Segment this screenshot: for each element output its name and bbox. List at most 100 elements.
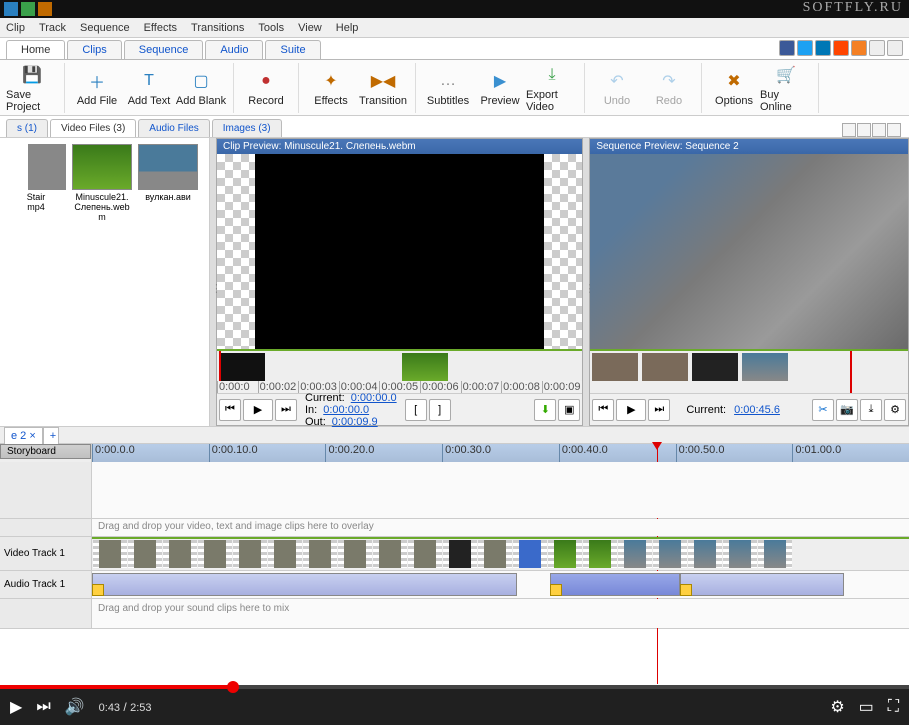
overwrite-button[interactable]: ▣	[558, 399, 580, 421]
tab-audio[interactable]: Audio	[205, 40, 263, 59]
dropdown-icon[interactable]	[869, 40, 885, 56]
next-icon[interactable]: ⏭	[36, 698, 50, 716]
clip-filmstrip[interactable]: 0:00:00:00:020:00:030:00:040:00:050:00:0…	[217, 349, 582, 393]
timeline-clip[interactable]	[163, 540, 197, 568]
menu-effects[interactable]: Effects	[144, 22, 177, 34]
theater-icon[interactable]: ▭	[859, 697, 874, 717]
audio-marker-icon[interactable]	[550, 584, 562, 596]
current-value[interactable]: 0:00:00.0	[351, 392, 397, 404]
timeline-clip[interactable]	[618, 540, 652, 568]
ribbon-add-text-button[interactable]: TAdd Text	[123, 63, 175, 113]
play-button[interactable]: ▶	[243, 399, 273, 421]
video-track[interactable]	[92, 537, 909, 570]
rss-icon[interactable]	[851, 40, 867, 56]
storyboard-button[interactable]: Storyboard	[0, 444, 91, 459]
ribbon-options-button[interactable]: ✖Options	[708, 63, 760, 113]
timeline-ruler[interactable]: 0:00.0.00:00.10.00:00.20.00:00.30.00:00.…	[92, 444, 909, 462]
help-icon[interactable]	[887, 40, 903, 56]
linkedin-icon[interactable]	[815, 40, 831, 56]
ribbon-preview-button[interactable]: ▶Preview	[474, 63, 526, 113]
ribbon-undo-button[interactable]: ↶Undo	[591, 63, 643, 113]
export-button[interactable]: ⤓	[860, 399, 882, 421]
timeline-clip[interactable]	[723, 540, 757, 568]
settings-button[interactable]: ⚙	[884, 399, 906, 421]
ribbon-redo-button[interactable]: ↷Redo	[643, 63, 695, 113]
mark-in-button[interactable]: [	[405, 399, 427, 421]
menu-view[interactable]: View	[298, 22, 322, 34]
mark-out-button[interactable]: ]	[429, 399, 451, 421]
volume-icon[interactable]: 🔊	[65, 697, 85, 717]
audio-track[interactable]	[92, 571, 909, 598]
mix-track-hint[interactable]: Drag and drop your sound clips here to m…	[92, 599, 909, 628]
snapshot-button[interactable]: 📷	[836, 399, 858, 421]
ribbon-effects-button[interactable]: ✦Effects	[305, 63, 357, 113]
media-tab-1[interactable]: s (1)	[6, 119, 48, 137]
ribbon-buy-online-button[interactable]: 🛒Buy Online	[760, 63, 812, 113]
settings-icon[interactable]: ⚙	[830, 697, 844, 717]
ribbon-add-blank-button[interactable]: ▢Add Blank	[175, 63, 227, 113]
sequence-tab[interactable]: e 2 ×	[4, 427, 43, 444]
timeline-clip[interactable]	[688, 540, 722, 568]
timeline-clip[interactable]	[198, 540, 232, 568]
play-icon[interactable]: ▶	[10, 697, 22, 717]
menu-help[interactable]: Help	[336, 22, 359, 34]
view-list-icon[interactable]	[857, 123, 871, 137]
ribbon-record-button[interactable]: ●Record	[240, 63, 292, 113]
insert-button[interactable]: ⬇	[534, 399, 556, 421]
audio-marker-icon[interactable]	[92, 584, 104, 596]
timeline-clip[interactable]	[93, 540, 127, 568]
audio-marker-icon[interactable]	[680, 584, 692, 596]
media-item[interactable]: Stairmp4	[6, 144, 66, 212]
reddit-icon[interactable]	[833, 40, 849, 56]
seq-current-value[interactable]: 0:00:45.6	[734, 404, 780, 416]
ribbon-export-video-button[interactable]: ⤓Export Video	[526, 63, 578, 113]
seq-next-button[interactable]: ⏭	[648, 399, 670, 421]
timeline-clip[interactable]	[548, 540, 582, 568]
timeline-clip[interactable]	[303, 540, 337, 568]
tab-sequence[interactable]: Sequence	[124, 40, 204, 59]
timeline-clip[interactable]	[408, 540, 442, 568]
media-tab-audio[interactable]: Audio Files	[138, 119, 209, 137]
menu-tools[interactable]: Tools	[258, 22, 284, 34]
audio-track-label[interactable]: Audio Track 1	[0, 571, 92, 598]
sequence-filmstrip[interactable]	[590, 349, 908, 393]
splitter-left[interactable]	[210, 138, 216, 426]
ribbon-subtitles-button[interactable]: …Subtitles	[422, 63, 474, 113]
view-large-icon[interactable]	[842, 123, 856, 137]
menu-sequence[interactable]: Sequence	[80, 22, 130, 34]
tab-home[interactable]: Home	[6, 40, 65, 59]
media-tab-images[interactable]: Images (3)	[212, 119, 282, 137]
media-item[interactable]: вулкан.ави	[138, 144, 198, 202]
add-sequence-button[interactable]: +	[43, 427, 59, 444]
timeline-clip[interactable]	[443, 540, 477, 568]
media-tab-video[interactable]: Video Files (3)	[50, 119, 136, 137]
clip-preview-video[interactable]	[255, 154, 544, 349]
view-more-icon[interactable]	[887, 123, 901, 137]
prev-frame-button[interactable]: ⏮	[219, 399, 241, 421]
twitter-icon[interactable]	[797, 40, 813, 56]
overlay-track-hint[interactable]: Drag and drop your video, text and image…	[92, 519, 909, 536]
sequence-playhead[interactable]	[850, 351, 852, 393]
menu-clip[interactable]: Clip	[6, 22, 25, 34]
tab-suite[interactable]: Suite	[265, 40, 320, 59]
seq-prev-button[interactable]: ⏮	[592, 399, 614, 421]
timeline-clip[interactable]	[233, 540, 267, 568]
timeline-clip[interactable]	[513, 540, 547, 568]
timeline-clip[interactable]	[583, 540, 617, 568]
progress-bar[interactable]	[0, 685, 909, 689]
timeline-clip[interactable]	[653, 540, 687, 568]
splitter-mid[interactable]	[583, 138, 589, 426]
menu-track[interactable]: Track	[39, 22, 66, 34]
ribbon-add-file-button[interactable]: ＋Add File	[71, 63, 123, 113]
video-track-label[interactable]: Video Track 1	[0, 537, 92, 570]
media-item[interactable]: Minuscule21.Слепень.webm	[72, 144, 132, 222]
timeline-clip[interactable]	[758, 540, 792, 568]
seq-play-button[interactable]: ▶	[616, 399, 646, 421]
next-frame-button[interactable]: ⏭	[275, 399, 297, 421]
menu-transitions[interactable]: Transitions	[191, 22, 244, 34]
out-value[interactable]: 0:00:09.9	[332, 416, 378, 428]
in-value[interactable]: 0:00:00.0	[323, 404, 369, 416]
ribbon-transition-button[interactable]: ▶◀Transition	[357, 63, 409, 113]
sequence-preview-video[interactable]	[590, 154, 908, 349]
timeline-clip[interactable]	[373, 540, 407, 568]
